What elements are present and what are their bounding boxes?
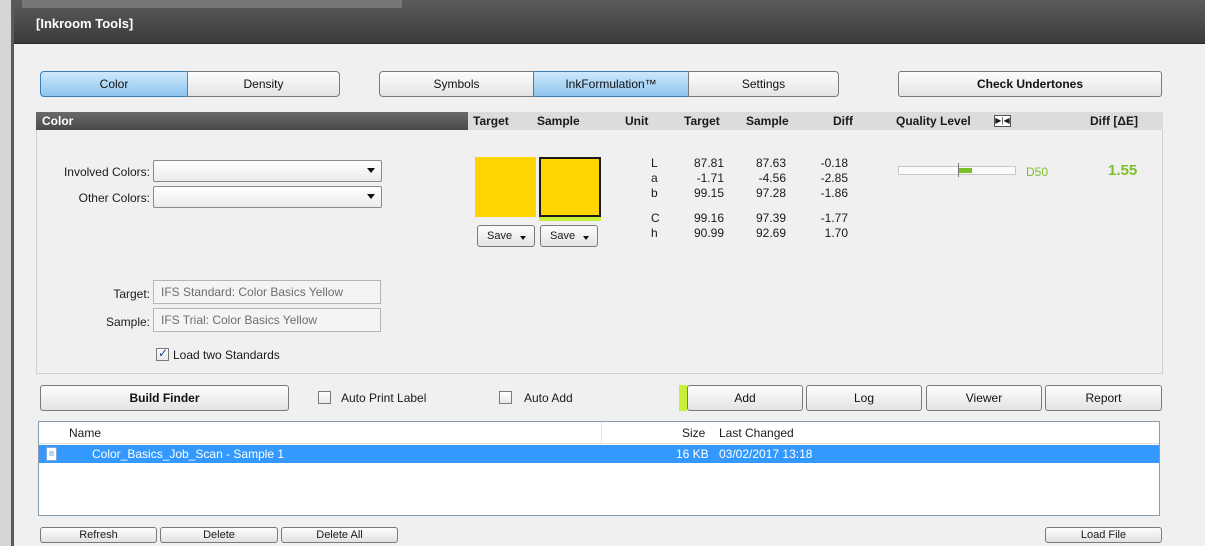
auto-print-label-checkbox[interactable] [318,391,331,404]
target-field[interactable]: IFS Standard: Color Basics Yellow [153,280,381,304]
viewer-button[interactable]: Viewer [926,385,1042,411]
save-target-button[interactable]: Save [477,225,535,247]
check-undertones-button[interactable]: Check Undertones [898,71,1162,97]
sample-L: 87.63 [755,156,786,170]
auto-print-label-text: Auto Print Label [341,391,427,405]
sample-b: 97.28 [755,186,786,200]
chevron-down-icon [520,236,526,240]
load-two-standards-label: Load two Standards [173,348,280,362]
chevron-down-icon [367,168,375,173]
sample-field-label: Sample: [105,315,150,329]
tab-color[interactable]: Color [40,71,188,97]
unit-C: C [651,211,660,225]
file-last-changed: 03/02/2017 13:18 [719,447,813,461]
unit-b: b [651,186,658,200]
tab-settings[interactable]: Settings [688,71,839,97]
other-colors-select[interactable] [153,186,382,208]
sample-indicator [539,217,601,221]
file-list-header: Name Size Last Changed [39,422,1159,444]
chevron-down-icon [367,194,375,199]
sample-C: 97.39 [755,211,786,225]
sample-field[interactable]: IFS Trial: Color Basics Yellow [153,308,381,332]
target-h: 90.99 [693,226,724,240]
delta-e-value: 1.55 [1108,162,1138,179]
window-title: [Inkroom Tools] [36,16,134,31]
title-bar: [Inkroom Tools] [14,0,1205,44]
col-unit: Unit [625,114,649,128]
col-quality-level: Quality Level [896,114,971,128]
col-size[interactable]: Size [682,426,705,440]
diff-C: -1.77 [820,211,848,225]
auto-add-text: Auto Add [524,391,573,405]
file-name: Color_Basics_Job_Scan - Sample 1 [92,447,285,461]
tab-density[interactable]: Density [187,71,340,97]
col-name[interactable]: Name [69,426,101,440]
color-section-header: Color Target Sample Unit Target Sample D… [36,112,1163,130]
load-two-standards-checkbox[interactable] [156,346,169,361]
add-status-indicator [679,385,687,411]
auto-add-checkbox[interactable] [499,391,512,404]
chevron-down-icon [583,236,589,240]
table-row[interactable]: Color_Basics_Job_Scan - Sample 1 16 KB 0… [39,445,1159,463]
target-field-label: Target: [113,287,150,301]
refresh-button[interactable]: Refresh [40,527,157,543]
color-header-label: Color [36,112,468,130]
build-finder-button[interactable]: Build Finder [40,385,289,411]
title-strip [22,0,402,8]
involved-colors-select[interactable] [153,160,382,182]
quality-toggle-icon[interactable]: ▶|◀ [994,115,1011,127]
target-a: -1.71 [696,171,724,185]
diff-a: -2.85 [820,171,848,185]
quality-level-fill [958,168,972,173]
target-L: 87.81 [693,156,724,170]
involved-colors-label: Involved Colors: [63,165,150,179]
col-sample: Sample [537,114,580,128]
tab-inkformulation[interactable]: InkFormulation™ [533,71,689,97]
tab-symbols[interactable]: Symbols [379,71,534,97]
col-diff: Diff [833,114,853,128]
delete-all-button[interactable]: Delete All [281,527,398,543]
col-diff-de: Diff [ΔE] [1090,114,1138,128]
add-button[interactable]: Add [687,385,803,411]
unit-h: h [651,226,658,240]
col-sample-values: Sample [746,114,789,128]
load-file-button[interactable]: Load File [1045,527,1162,543]
unit-a: a [651,171,658,185]
diff-b: -1.86 [820,186,848,200]
col-target-values: Target [684,114,720,128]
other-colors-label: Other Colors: [78,191,150,205]
quality-level-marker [958,163,959,177]
quality-level-bar [898,163,1016,177]
delete-button[interactable]: Delete [160,527,278,543]
col-last-changed[interactable]: Last Changed [719,426,794,440]
window-left-edge [0,0,14,546]
report-button[interactable]: Report [1045,385,1162,411]
log-button[interactable]: Log [806,385,922,411]
target-swatch [475,157,536,217]
sample-a: -4.56 [758,171,786,185]
target-C: 99.16 [693,211,724,225]
diff-h: 1.70 [824,226,848,240]
sample-h: 92.69 [755,226,786,240]
column-divider [601,422,602,444]
illuminant-label: D50 [1026,165,1049,179]
target-b: 99.15 [693,186,724,200]
sample-swatch [539,157,601,217]
document-icon [46,447,57,461]
col-target: Target [473,114,509,128]
unit-L: L [651,156,658,170]
diff-L: -0.18 [820,156,848,170]
file-list[interactable]: Name Size Last Changed Color_Basics_Job_… [38,421,1160,516]
save-sample-button[interactable]: Save [540,225,598,247]
file-size: 16 KB [676,447,709,461]
